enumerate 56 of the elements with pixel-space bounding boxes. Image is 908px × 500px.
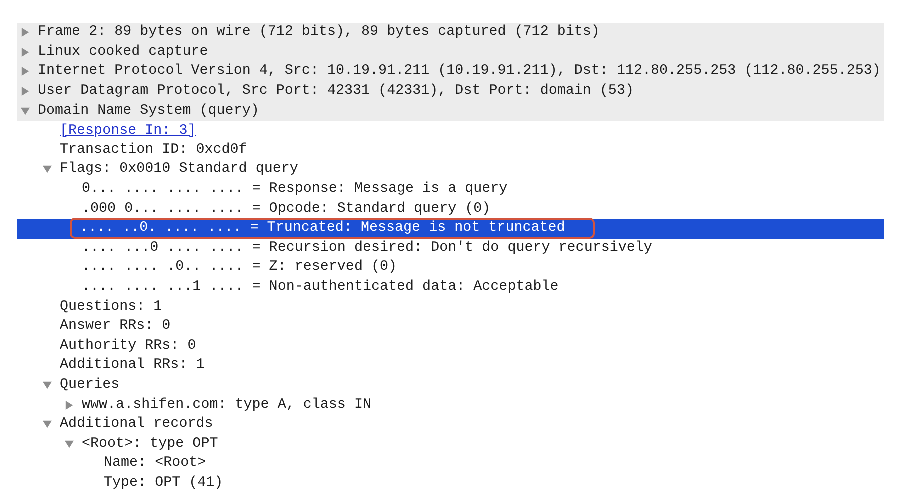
tree-row[interactable]: Queries (17, 376, 884, 396)
tree-row[interactable]: Linux cooked capture (17, 42, 884, 62)
tree-row[interactable]: 0... .... .... .... = Response: Message is a query (17, 180, 884, 200)
tree-row[interactable]: Additional RRs: 1 (17, 356, 884, 376)
field-text: Type: OPT (41) (104, 474, 224, 492)
field-text: Questions: 1 (60, 298, 162, 316)
expand-arrow-icon[interactable] (21, 87, 30, 96)
expand-arrow-icon[interactable] (21, 48, 30, 57)
tree-row[interactable]: Questions: 1 (17, 297, 884, 317)
tree-row[interactable]: www.a.shifen.com: type A, class IN (17, 395, 884, 415)
tree-row[interactable]: Transaction ID: 0xcd0f (17, 140, 884, 160)
field-text: Answer RRs: 0 (60, 318, 171, 336)
field-text: Additional records (60, 416, 214, 434)
tree-row[interactable]: Name: <Root> (17, 454, 884, 474)
tree-row[interactable]: Authority RRs: 0 (17, 336, 884, 356)
field-text: User Datagram Protocol, Src Port: 42331 (42331), Dst Port: domain (53) (38, 83, 634, 100)
collapse-arrow-icon[interactable] (43, 380, 52, 390)
tree-row[interactable]: Frame 2: 89 bytes on wire (712 bits), 89 bytes captured (712 bits) (17, 23, 884, 43)
tree-row[interactable]: .... .... .0.. .... = Z: reserved (0) (17, 258, 884, 278)
field-text: Flags: 0x0010 Standard query (60, 161, 298, 178)
field-text: Transaction ID: 0xcd0f (60, 142, 248, 159)
expand-arrow-icon[interactable] (21, 28, 30, 38)
field-text: .... ...0 .... .... = Recursion desired: Don't do query recursively (82, 240, 652, 257)
tree-row[interactable]: .000 0... .... .... = Opcode: Standard query (0) (17, 199, 884, 219)
field-text: Additional RRs: 1 (60, 357, 205, 374)
collapse-arrow-icon[interactable] (43, 165, 52, 174)
field-text: www.a.shifen.com: type A, class IN (82, 396, 372, 414)
response-link[interactable]: [Response In: 3] (60, 122, 196, 139)
tree-row[interactable]: Additional records (17, 414, 884, 434)
tree-row[interactable]: <Root>: type OPT (17, 434, 884, 454)
field-text: Domain Name System (query) (38, 102, 260, 120)
field-text: .... .... .0.. .... = Z: reserved (0) (82, 259, 398, 276)
field-text: .... .... ...1 .... = Non-authenticated data: Acceptable (82, 279, 559, 296)
collapse-arrow-icon[interactable] (65, 440, 74, 449)
field-text: Linux cooked capture (38, 44, 208, 61)
collapse-arrow-icon[interactable] (43, 420, 52, 430)
tree-row[interactable]: Flags: 0x0010 Standard query (17, 160, 884, 180)
field-text: <Root>: type OPT (82, 436, 218, 453)
field-text: 0... .... .... .... = Response: Message is a query (82, 181, 508, 198)
tree-row[interactable]: .... ...0 .... .... = Recursion desired: Don't do query recursively (17, 238, 884, 258)
field-text: .... ..0. .... .... = Truncated: Message is not truncated (70, 218, 596, 240)
field-text: Frame 2: 89 bytes on wire (712 bits), 89 bytes captured (712 bits) (38, 24, 600, 42)
field-text: Queries (60, 376, 120, 394)
tree-row[interactable]: Answer RRs: 0 (17, 316, 884, 336)
field-text: Name: <Root> (104, 455, 206, 472)
expand-arrow-icon[interactable] (21, 67, 30, 76)
tree-row[interactable]: [Response In: 3] (17, 120, 884, 141)
tree-row[interactable]: Domain Name System (query) (17, 101, 884, 121)
field-text: Authority RRs: 0 (60, 338, 196, 355)
tree-row[interactable]: .... .... ...1 .... = Non-authenticated data: Acceptable (17, 278, 884, 298)
field-text: .000 0... .... .... = Opcode: Standard query (0) (82, 200, 491, 218)
tree-row[interactable]: User Datagram Protocol, Src Port: 42331 (42331), Dst Port: domain (53) (17, 82, 884, 102)
selected-tree-row[interactable]: .... ..0. .... .... = Truncated: Message is not truncated (17, 218, 884, 239)
expand-arrow-icon[interactable] (65, 400, 74, 410)
tree-row[interactable]: Type: OPT (41) (17, 474, 884, 494)
collapse-arrow-icon[interactable] (21, 106, 30, 116)
